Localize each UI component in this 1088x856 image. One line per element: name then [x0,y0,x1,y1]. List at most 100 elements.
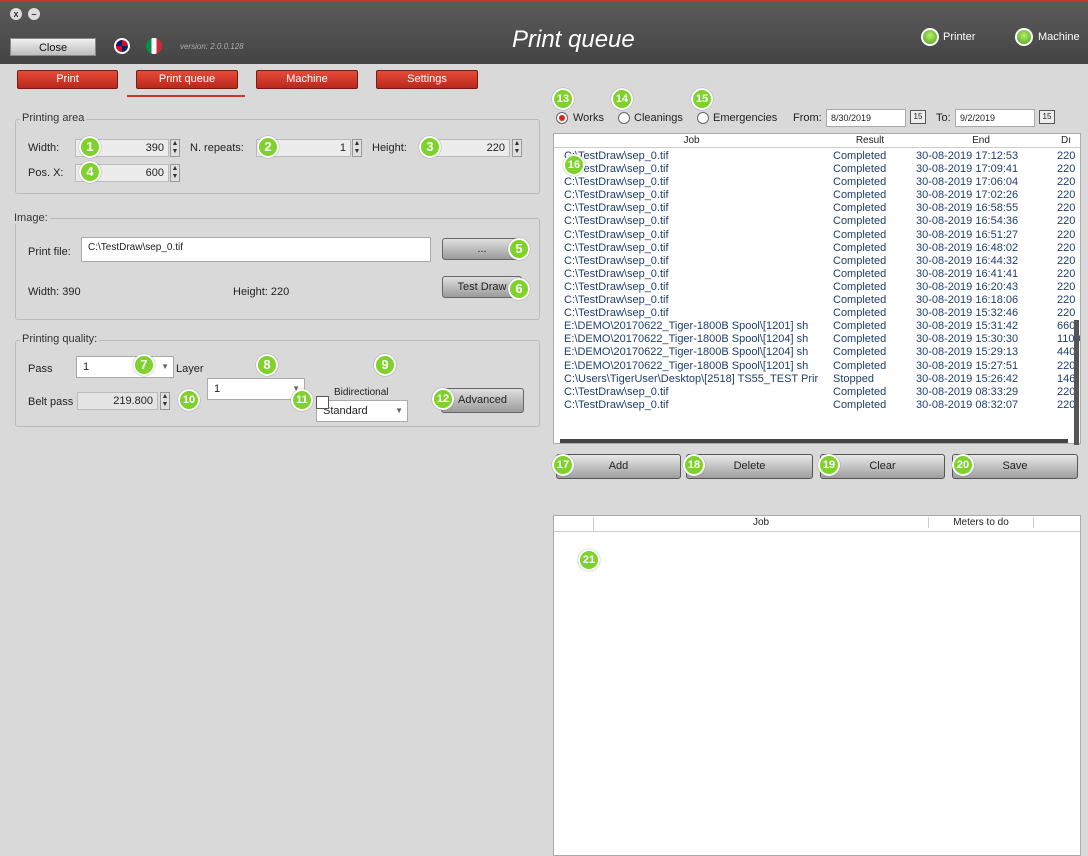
d-cell: 220 [1057,150,1076,162]
d-cell: 220 [1057,294,1076,307]
end-cell: 30-08-2019 16:51:27 [916,228,1019,241]
table-row[interactable]: C:\TestDraw\sep_0.tif Completed 30-08-2019… [554,176,1080,189]
callout-badge: 17 [552,454,574,476]
close-button[interactable]: Close [10,38,96,56]
table-row[interactable]: E:\DEMO\20170622_Tiger-1800B Spool\[1201… [554,360,1080,373]
job-cell: C:\TestDraw\sep_0.tif [564,215,669,228]
queue-table-header: Job Meters to do [554,516,1080,532]
bidirectional-label: Bidirectional [334,387,389,398]
table-row[interactable]: C:\TestDraw\sep_0.tif Completed 30-08-2019… [554,215,1080,228]
image-height-label: Height: 220 [233,286,290,298]
from-date-input[interactable]: 8/30/2019 [826,109,906,127]
end-cell: 30-08-2019 17:12:53 [916,150,1019,162]
job-cell: C:\TestDraw\sep_0.tif [564,228,669,241]
job-column-header[interactable]: Job [554,135,829,146]
end-cell: 30-08-2019 15:26:42 [916,372,1019,385]
cleanings-radio[interactable] [618,112,630,124]
table-row[interactable]: C:\TestDraw\sep_0.tif Completed 30-08-2019… [554,255,1080,268]
result-cell: Completed [833,294,887,307]
result-cell: Completed [833,228,887,241]
callout-badge: 21 [578,549,600,571]
job-cell: C:\TestDraw\sep_0.tif [564,280,669,293]
table-row[interactable]: C:\TestDraw\sep_0.tif Completed 30-08-2019… [554,163,1080,176]
callout-badge: 3 [419,136,441,158]
meters-column-header[interactable]: Meters to do [929,517,1034,528]
end-cell: 30-08-2019 16:48:02 [916,241,1019,254]
callout-badge: 6 [508,278,530,300]
table-row[interactable]: C:\TestDraw\sep_0.tif Completed 30-08-2019… [554,307,1080,320]
add-button[interactable]: Add [556,454,681,479]
result-cell: Completed [833,150,887,162]
table-row[interactable]: C:\TestDraw\sep_0.tif Completed 30-08-2019… [554,386,1080,399]
table-row[interactable]: C:\TestDraw\sep_0.tif Completed 30-08-2019… [554,294,1080,307]
chevron-down-icon: ▼ [395,406,403,415]
d-column-header[interactable]: Dı [1051,135,1080,146]
italian-flag-icon[interactable] [146,38,162,54]
english-flag-icon[interactable] [114,38,130,54]
height-spinner[interactable]: ▲ ▼ [512,139,522,157]
end-cell: 30-08-2019 17:09:41 [916,163,1019,176]
image-width-label: Width: 390 [28,286,81,298]
job-cell: C:\TestDraw\sep_0.tif [564,267,669,280]
end-cell: 30-08-2019 08:33:29 [916,385,1019,398]
emergencies-radio[interactable] [697,112,709,124]
job-cell: C:\TestDraw\sep_0.tif [564,241,669,254]
tab-settings[interactable]: Settings [376,70,478,89]
table-row[interactable]: C:\TestDraw\sep_0.tif Completed 30-08-2019… [554,399,1080,412]
table-row[interactable]: C:\TestDraw\sep_0.tif Completed 30-08-2019… [554,150,1080,163]
tab-machine[interactable]: Machine [256,70,358,89]
width-spinner[interactable]: ▲ ▼ [170,139,180,157]
job-cell: C:\TestDraw\sep_0.tif [564,254,669,267]
print-queue-table[interactable]: Job Meters to do [553,515,1081,856]
table-row[interactable]: E:\DEMO\20170622_Tiger-1800B Spool\[1201… [554,320,1080,333]
to-calendar-icon[interactable]: 15 [1039,110,1055,124]
print-file-label: Print file: [28,246,71,258]
queue-select-column-header [554,517,594,532]
d-cell: 220 [1057,241,1076,254]
print-file-input[interactable]: C:\TestDraw\sep_0.tif [81,237,431,262]
tab-print-queue[interactable]: Print queue [136,70,238,89]
tab-print[interactable]: Print [17,70,118,89]
mode-select[interactable]: Standard ▼ [316,400,408,422]
table-row[interactable]: E:\DEMO\20170622_Tiger-1800B Spool\[1204… [554,333,1080,346]
callout-badge: 1 [79,136,101,158]
from-label: From: [793,112,822,124]
posx-spinner[interactable]: ▲ ▼ [170,164,180,182]
table-row[interactable]: C:\TestDraw\sep_0.tif Completed 30-08-2019… [554,281,1080,294]
callout-badge: 15 [691,88,713,110]
result-cell: Completed [833,241,887,254]
window-minimize-icon[interactable]: – [28,8,40,20]
table-row[interactable]: C:\TestDraw\sep_0.tif Completed 30-08-2019… [554,229,1080,242]
pass-select[interactable]: 1 ▼ [76,356,174,378]
table-row[interactable]: C:\TestDraw\sep_0.tif Completed 30-08-2019… [554,202,1080,215]
job-cell: C:\TestDraw\sep_0.tif [564,202,669,215]
table-header: Job Result End Dı [554,134,1080,148]
result-column-header[interactable]: Result [829,135,911,146]
delete-button[interactable]: Delete [686,454,813,479]
belt-pass-spinner[interactable]: ▲ ▼ [160,392,170,410]
table-row[interactable]: C:\Users\TigerUser\Desktop\[2518] TS55_T… [554,373,1080,386]
version-text: version: 2.0.0.128 [180,42,244,51]
table-row[interactable]: C:\TestDraw\sep_0.tif Completed 30-08-2019… [554,189,1080,202]
table-row[interactable]: C:\TestDraw\sep_0.tif Completed 30-08-2019… [554,268,1080,281]
result-cell: Completed [833,385,887,398]
callout-badge: 2 [257,136,279,158]
to-date-input[interactable]: 9/2/2019 [955,109,1035,127]
queue-job-column-header[interactable]: Job [594,517,929,528]
page-title: Print queue [512,26,635,53]
bidirectional-checkbox[interactable] [316,396,329,409]
vertical-scrollbar[interactable] [1074,320,1079,445]
horizontal-scrollbar[interactable] [560,439,1068,443]
belt-pass-input[interactable]: 219.800 [77,392,158,410]
end-column-header[interactable]: End [911,135,1051,146]
works-radio[interactable] [556,112,568,124]
image-group [15,218,540,320]
pass-label: Pass [28,363,53,375]
repeats-spinner[interactable]: ▲ ▼ [352,139,362,157]
job-history-table[interactable]: Job Result End Dı C:\TestDraw\sep_0.tif C… [553,133,1081,444]
from-calendar-icon[interactable]: 15 [910,110,926,124]
table-row[interactable]: E:\DEMO\20170622_Tiger-1800B Spool\[1204… [554,346,1080,359]
callout-badge: 16 [563,154,585,176]
window-close-icon[interactable]: x [10,8,22,20]
table-row[interactable]: C:\TestDraw\sep_0.tif Completed 30-08-2019… [554,242,1080,255]
